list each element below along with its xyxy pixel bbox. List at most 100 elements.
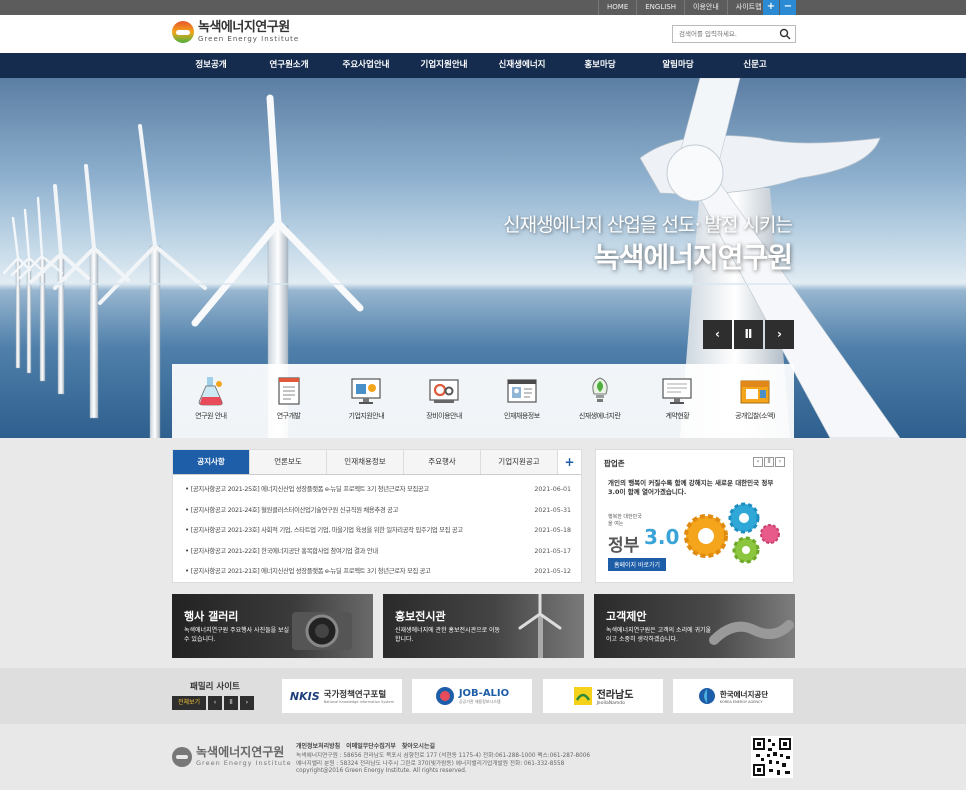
footer-logo: 녹색에너지연구원 Green Energy Institute xyxy=(172,746,292,767)
list-item[interactable]: [공지사항공고 2021-24호] 혈원클러스터이산업기술연구원 신규직원 채용… xyxy=(173,501,581,521)
bid-box-icon xyxy=(740,380,770,404)
banner-title: 행사 갤러리 xyxy=(184,610,239,623)
quick-menu: 연구원 안내 연구개발 기업지원안내 장비이용안내 인재채용정보 신재생에너지란… xyxy=(172,364,794,438)
footer-privacy-link[interactable]: 개인정보처리방침 xyxy=(296,741,340,750)
document-icon xyxy=(278,377,300,405)
notice-tabs: 공지사항 언론보도 인재채용정보 주요행사 기업지원공고 + xyxy=(173,450,581,475)
banner-gallery[interactable]: 행사 갤러리 녹색에너지연구원 주요행사 사진들을 보실 수 있습니다. xyxy=(172,594,373,658)
logo-title: 녹색에너지연구원 xyxy=(198,20,290,35)
list-item[interactable]: [공지사항공고 2021-22호] 한국에너지공단 홍복합사업 참여기업 결과 … xyxy=(173,542,581,562)
qr-code-icon xyxy=(751,736,793,778)
footer-links: 개인정보처리방침 이메일무단수집거부 찾아오시는길 xyxy=(296,741,441,750)
quick-item-about[interactable]: 연구원 안내 xyxy=(172,364,250,438)
popup-homepage-button[interactable]: 홈페이지 바로가기 xyxy=(608,558,667,571)
nav-item-petition[interactable]: 신문고 xyxy=(743,53,766,78)
list-item[interactable]: [공지사항공고 2021-23호] 사회적 기업, 스타트업 기업, 마을기업 … xyxy=(173,521,581,541)
nkis-logo: NKIS xyxy=(289,689,320,703)
search-input[interactable] xyxy=(673,26,773,42)
util-home-link[interactable]: HOME xyxy=(598,0,636,15)
hero-pause-button[interactable]: Ⅱ xyxy=(734,320,763,349)
site-footer: 녹색에너지연구원 Green Energy Institute 개인정보처리방침… xyxy=(0,724,966,790)
popup-pause-button[interactable]: ll xyxy=(764,457,774,467)
list-item[interactable]: [공지사항공고 2021-25호] 에너지신산업 성장플랫폼 e-뉴딜 프로젝트… xyxy=(173,480,581,500)
zoom-out-button[interactable]: − xyxy=(780,0,796,15)
footer-directions-link[interactable]: 찾아오시는길 xyxy=(402,741,435,750)
search-box xyxy=(672,25,796,43)
util-english-link[interactable]: ENGLISH xyxy=(636,0,684,15)
family-all-button[interactable]: 전체보기 xyxy=(172,696,206,710)
quick-item-label: 연구개발 xyxy=(276,412,301,420)
popup-headline: 개인의 행복이 커질수록 함께 강해지는 새로운 대한민국 정부3.0이 함께 … xyxy=(608,479,774,496)
family-site-energy-agency[interactable]: 한국에너지공단 KOREA ENERGY AGENCY xyxy=(673,679,793,713)
family-next-button[interactable]: › xyxy=(240,696,254,710)
contract-icon xyxy=(662,378,692,404)
hero-next-button[interactable]: › xyxy=(765,320,794,349)
quick-item-contract[interactable]: 계약현황 xyxy=(639,364,717,438)
tab-events[interactable]: 주요행사 xyxy=(404,450,481,474)
quick-item-equipment[interactable]: 장비이용안내 xyxy=(405,364,483,438)
energy-agency-logo-icon xyxy=(698,688,715,704)
quick-item-label: 공개입찰(소액) xyxy=(735,412,776,420)
search-icon[interactable] xyxy=(779,28,791,40)
banner-exhibition[interactable]: 홍보전시관 신재생에너지에 관한 홍보전시관으로 이동합니다. xyxy=(383,594,584,658)
tab-press[interactable]: 언론보도 xyxy=(250,450,327,474)
popup-prev-button[interactable]: ‹ xyxy=(753,457,763,467)
quick-item-research[interactable]: 연구개발 xyxy=(250,364,328,438)
tab-recruit[interactable]: 인재채용정보 xyxy=(327,450,404,474)
quick-item-label: 장비이용안내 xyxy=(426,412,462,420)
family-prev-button[interactable]: ‹ xyxy=(208,696,222,710)
logo-subtitle: Green Energy Institute xyxy=(198,35,300,43)
banner-desc: 녹색에너지연구원 주요행사 사진들을 보실 수 있습니다. xyxy=(184,627,290,643)
quick-item-label: 계약현황 xyxy=(665,412,690,420)
hero-title: 녹색에너지연구원 xyxy=(593,241,793,274)
handshake-icon xyxy=(709,620,794,645)
quick-item-recruit[interactable]: 인재채용정보 xyxy=(483,364,561,438)
family-site-sub: 공공기관 채용정보시스템 xyxy=(458,698,501,704)
family-site-nkis[interactable]: NKIS 국가정책연구포털 National Knowledge Informa… xyxy=(282,679,402,713)
banner-title: 고객제안 xyxy=(606,610,647,623)
nav-item-notice[interactable]: 알림마당 xyxy=(662,53,693,78)
nav-item-about[interactable]: 연구원소개 xyxy=(269,53,308,78)
family-site-jeonnam[interactable]: 전라남도 JeollaNamdo xyxy=(543,679,663,713)
popup-next-button[interactable]: › xyxy=(775,457,785,467)
tab-support-notice[interactable]: 기업지원공고 xyxy=(481,450,558,474)
quick-item-label: 기업지원안내 xyxy=(348,412,385,420)
banner-title: 홍보전시관 xyxy=(395,610,446,623)
jeonnam-logo-icon xyxy=(573,687,592,705)
nav-item-info[interactable]: 정보공개 xyxy=(195,53,226,78)
family-site-name: 전라남도 xyxy=(596,690,634,701)
zoom-in-button[interactable]: + xyxy=(763,0,779,15)
footer-email-link[interactable]: 이메일무단수집거부 xyxy=(346,741,396,750)
hero-prev-button[interactable]: ‹ xyxy=(703,320,732,349)
tab-notice[interactable]: 공지사항 xyxy=(173,450,250,474)
quick-item-bid[interactable]: 공개입찰(소액) xyxy=(716,364,794,438)
nav-item-pr[interactable]: 홍보마당 xyxy=(584,53,615,78)
hero-tagline: 신재생에너지 산업을 선도· 발전 시키는 xyxy=(503,214,793,236)
notice-title: [공지사항공고 2021-23호] 사회적 기업, 스타트업 기업, 마을기업 … xyxy=(185,521,463,541)
notice-board: 공지사항 언론보도 인재채용정보 주요행사 기업지원공고 + [공지사항공고 2… xyxy=(172,449,582,583)
main-nav: 정보공개 연구원소개 주요사업안내 기업지원안내 신재생에너지 홍보마당 알림마… xyxy=(0,53,966,78)
utility-links: HOME ENGLISH 이용안내 사이트맵 xyxy=(598,0,770,15)
quick-item-renewable[interactable]: 신재생에너지란 xyxy=(561,364,639,438)
gear-device-icon xyxy=(429,379,459,403)
banner-proposal[interactable]: 고객제안 녹색에너지연구원은 고객의 소리에 귀기울이고 소중히 생각하겠습니다… xyxy=(594,594,795,658)
notice-title: [공지사항공고 2021-25호] 에너지신산업 성장플랫폼 e-뉴딜 프로젝트… xyxy=(185,480,429,500)
popup-banner[interactable]: 개인의 행복이 커질수록 함께 강해지는 새로운 대한민국 정부3.0이 함께 … xyxy=(604,476,785,571)
family-pause-button[interactable]: ll xyxy=(224,696,238,710)
banner-desc: 신재생에너지에 관한 홍보전시관으로 이동합니다. xyxy=(395,627,501,643)
notice-date: 2021-05-18 xyxy=(534,527,571,534)
popup-sub: 행복한 대한민국을 여는 xyxy=(608,514,642,527)
nav-item-business[interactable]: 주요사업안내 xyxy=(343,53,390,78)
notice-title: [공지사항공고 2021-22호] 한국에너지공단 홍복합사업 참여기업 결과 … xyxy=(185,542,378,562)
nav-item-support[interactable]: 기업지원안내 xyxy=(421,53,468,78)
family-site-sub: KOREA ENERGY AGENCY xyxy=(719,699,763,704)
site-logo[interactable]: 녹색에너지연구원 Green Energy Institute xyxy=(172,21,299,43)
family-site-jobalio[interactable]: JOB-ALIO 공공기관 채용정보시스템 xyxy=(412,679,532,713)
footer-logo-mark-icon xyxy=(172,746,192,767)
site-header: 녹색에너지연구원 Green Energy Institute xyxy=(0,15,966,53)
quick-item-support[interactable]: 기업지원안내 xyxy=(328,364,406,438)
util-guide-link[interactable]: 이용안내 xyxy=(684,0,727,15)
list-item[interactable]: [공지사항공고 2021-21호] 에너지신산업 성장플랫폼 e-뉴딜 프로젝트… xyxy=(173,562,581,582)
more-button[interactable]: + xyxy=(558,450,581,474)
nav-item-renewable[interactable]: 신재생에너지 xyxy=(499,53,546,78)
